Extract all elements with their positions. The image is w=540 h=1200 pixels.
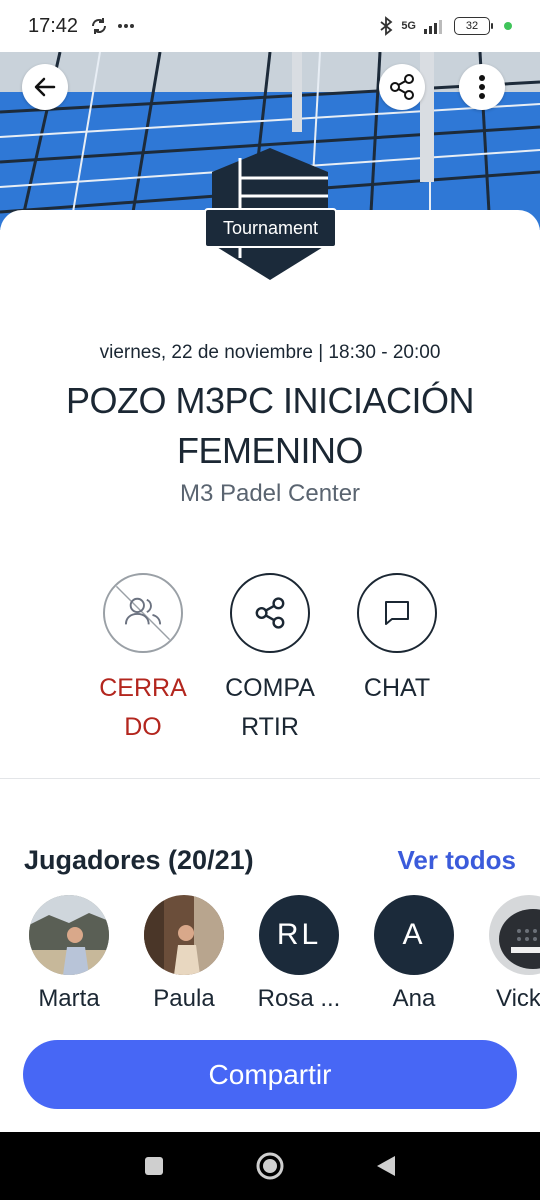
player-item[interactable]: Vick: [474, 895, 540, 1013]
share-main-button[interactable]: Compartir: [23, 1040, 517, 1109]
share-icon: [390, 74, 414, 100]
bluetooth-icon: [380, 16, 393, 36]
event-title: POZO M3PC INICIACIÓN FEMENINO: [65, 380, 475, 471]
more-dots-icon: [118, 24, 135, 28]
share-header-button[interactable]: [379, 64, 425, 110]
more-options-button[interactable]: [459, 64, 505, 110]
status-time: 17:42: [28, 14, 79, 37]
share-action-label: COMPARTIR: [225, 674, 315, 741]
chat-action-circle: [357, 573, 437, 653]
player-name: Vick: [496, 985, 540, 1012]
player-name: Rosa ...: [257, 985, 341, 1012]
avatar: RL: [259, 895, 339, 975]
back-nav-icon[interactable]: [375, 1154, 397, 1178]
tournament-badge: Tournament: [204, 208, 337, 248]
share-action[interactable]: COMPARTIR: [220, 573, 320, 747]
chat-action-label: CHAT: [363, 674, 431, 702]
event-venue: M3 Padel Center: [179, 480, 361, 507]
avatar: [29, 895, 109, 975]
players-title: Jugadores (20/21): [24, 845, 254, 875]
battery-icon: 32: [454, 17, 493, 35]
section-divider: [0, 778, 540, 779]
signal-icon: [424, 20, 442, 34]
home-icon[interactable]: [255, 1151, 285, 1181]
chat-icon: [385, 601, 409, 625]
player-name: Ana: [392, 985, 436, 1012]
see-all-link[interactable]: Ver todos: [398, 845, 516, 876]
system-nav-bar: [0, 1132, 540, 1200]
recents-icon[interactable]: [143, 1155, 165, 1177]
share-icon: [255, 597, 285, 629]
closed-action-circle: [103, 573, 183, 653]
event-date: viernes, 22 de noviembre | 18:30 - 20:00: [99, 342, 441, 363]
privacy-dot: [504, 22, 512, 30]
back-button[interactable]: [22, 64, 68, 110]
player-name: Marta: [38, 985, 100, 1012]
avatar: A: [374, 895, 454, 975]
player-item[interactable]: Marta: [14, 895, 124, 1013]
closed-action[interactable]: CERRADO: [93, 573, 193, 747]
player-name: Paula: [153, 985, 215, 1012]
more-vertical-icon: [479, 75, 485, 99]
closed-action-label: CERRADO: [99, 674, 187, 741]
users-crossed-icon: [115, 585, 171, 641]
player-item[interactable]: Paula: [129, 895, 239, 1013]
player-item[interactable]: A Ana: [359, 895, 469, 1013]
sync-icon: [92, 18, 107, 34]
chat-action[interactable]: CHAT: [347, 573, 447, 708]
player-item[interactable]: RL Rosa ...: [244, 895, 354, 1013]
status-bar: 17:42 5G 32: [0, 0, 540, 52]
share-action-circle: [230, 573, 310, 653]
arrow-left-icon: [34, 77, 56, 97]
avatar: [144, 895, 224, 975]
network-type: 5G: [401, 20, 416, 32]
avatar: [489, 895, 540, 975]
